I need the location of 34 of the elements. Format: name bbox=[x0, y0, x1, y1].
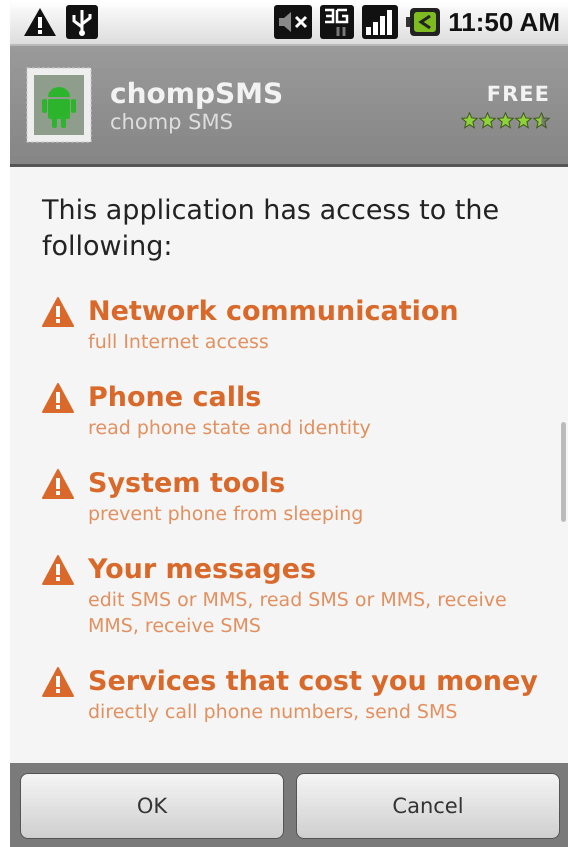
signal-icon bbox=[362, 5, 398, 39]
permission-detail: directly call phone numbers, send SMS bbox=[88, 700, 458, 725]
app-name: chompSMS bbox=[110, 76, 284, 110]
dialog-button[interactable]: OK bbox=[20, 773, 284, 839]
permission-detail: prevent phone from sleeping bbox=[88, 502, 364, 527]
star-icon bbox=[497, 112, 514, 128]
warning-icon bbox=[22, 6, 58, 38]
permission-detail: edit SMS or MMS, read SMS or MMS, receive MMS, receive SMS bbox=[88, 588, 508, 639]
intro-text: This application has access to the following: bbox=[42, 194, 500, 264]
permission-detail: read phone state and identity bbox=[88, 416, 371, 441]
developer-name: chomp SMS bbox=[110, 110, 234, 134]
warning-icon bbox=[42, 667, 74, 697]
permission-title: Network communication bbox=[88, 295, 459, 329]
price-label: FREE bbox=[486, 82, 550, 106]
star-icon bbox=[515, 112, 532, 128]
clock-time: 11:50 AM bbox=[448, 6, 560, 38]
app-icon bbox=[26, 67, 92, 143]
battery-icon bbox=[406, 7, 440, 37]
permission-title: Your messages bbox=[88, 553, 318, 587]
warning-icon bbox=[42, 297, 74, 327]
usb-icon bbox=[66, 5, 98, 39]
permission-title: System tools bbox=[88, 467, 286, 501]
network-3g-icon bbox=[320, 5, 354, 39]
warning-icon bbox=[42, 383, 74, 413]
dialog-button[interactable]: Cancel bbox=[296, 773, 560, 839]
warning-icon bbox=[42, 555, 74, 585]
star-icon bbox=[479, 112, 496, 128]
permission-detail: full Internet access bbox=[88, 330, 270, 355]
permission-title: Phone calls bbox=[88, 381, 262, 415]
warning-icon bbox=[42, 469, 74, 499]
star-icon bbox=[533, 112, 550, 128]
muted-speaker-icon bbox=[274, 5, 312, 39]
permission-title: Services that cost you money bbox=[88, 665, 538, 699]
star-icon bbox=[461, 112, 478, 128]
